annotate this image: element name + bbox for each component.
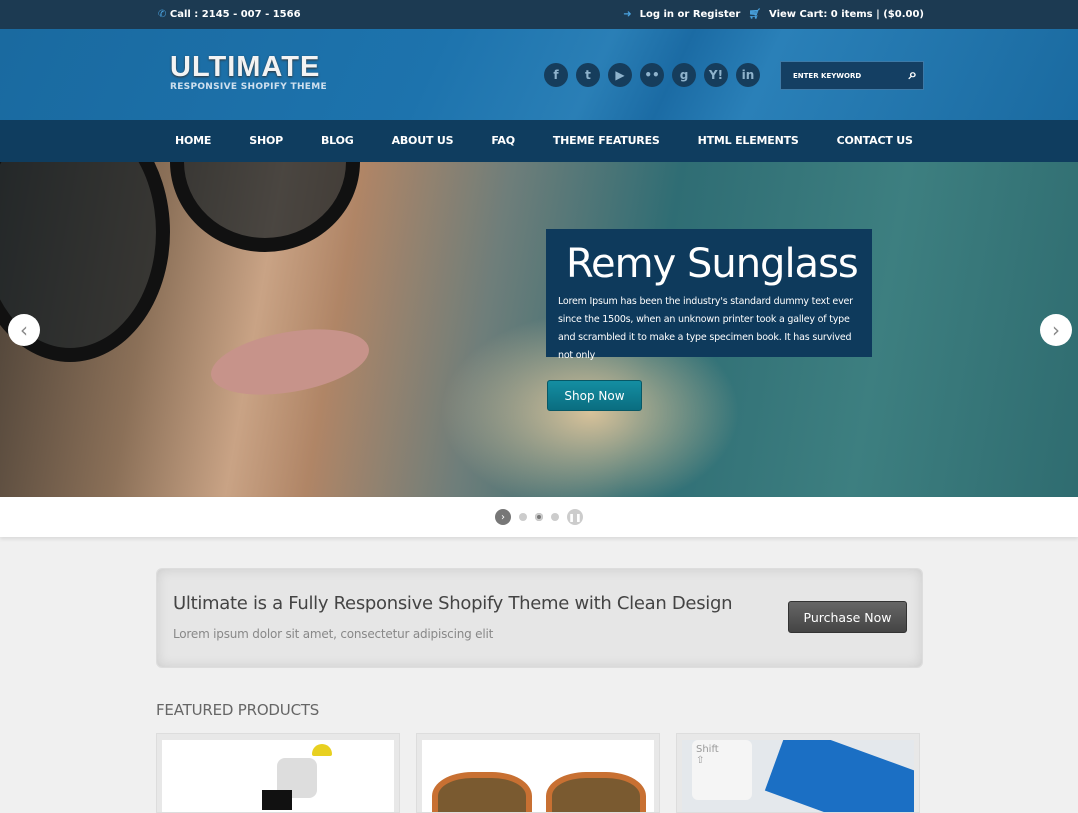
cart-icon: 🛒︎ [748, 9, 762, 20]
hero-slider: Remy Sunglass Lorem Ipsum has been the i… [0, 162, 1078, 497]
featured-products-heading: FEATURED PRODUCTS [156, 701, 320, 719]
flickr-icon[interactable]: •• [640, 63, 664, 87]
search-icon[interactable]: ⌕ [909, 65, 917, 83]
purchase-now-button[interactable]: Purchase Now [788, 601, 907, 633]
youtube-icon[interactable]: ▶ [608, 63, 632, 87]
slide-caption: Remy Sunglass Lorem Ipsum has been the i… [546, 229, 872, 361]
login-link[interactable]: Log in [640, 9, 674, 20]
register-link[interactable]: Register [693, 9, 741, 20]
phone-icon: ✆ [158, 9, 167, 20]
linkedin-icon[interactable]: in [736, 63, 760, 87]
nav-blog[interactable]: BLOG [321, 120, 354, 162]
view-cart-link[interactable]: View Cart: 0 items | ($0.00) [769, 9, 924, 20]
nav-shop[interactable]: SHOP [249, 120, 283, 162]
promo-banner: Ultimate is a Fully Responsive Shopify T… [156, 568, 923, 668]
phone-number: Call : 2145 - 007 - 1566 [169, 9, 301, 20]
next-slide-button[interactable]: › [1040, 314, 1072, 346]
product-image-keyboard[interactable]: Shift ⇧ [682, 740, 914, 812]
logo-subtitle: RESPONSIVE SHOPIFY THEME [170, 82, 327, 92]
google-icon[interactable]: g [672, 63, 696, 87]
hero-image-sunglasses-right [170, 162, 360, 252]
slide-title: Remy Sunglass [566, 241, 859, 287]
shop-now-button[interactable]: Shop Now [547, 380, 642, 411]
arrow-circle-icon: ➜ [623, 9, 632, 20]
slide-text: Lorem Ipsum has been the industry's stan… [558, 296, 853, 361]
slide-dot-2[interactable] [535, 513, 543, 521]
product-image-sunglasses[interactable] [422, 740, 654, 812]
product-card[interactable]: Shift ⇧ [676, 733, 920, 813]
nav-home[interactable]: HOME [175, 120, 211, 162]
facebook-icon[interactable]: f [544, 63, 568, 87]
nav-faq[interactable]: FAQ [491, 120, 515, 162]
nav-contact-us[interactable]: CONTACT US [837, 120, 913, 162]
product-card[interactable] [156, 733, 400, 813]
or-text: or [677, 9, 690, 20]
promo-title: Ultimate is a Fully Responsive Shopify T… [173, 593, 733, 614]
product-card[interactable] [416, 733, 660, 813]
search-placeholder: ENTER KEYWORD [793, 71, 862, 80]
prev-slide-button[interactable]: ‹ [8, 314, 40, 346]
logo[interactable]: ULTIMATE RESPONSIVE SHOPIFY THEME [170, 51, 327, 92]
hero-image-lips [206, 318, 374, 406]
pause-icon[interactable]: ❚❚ [567, 509, 583, 525]
logo-title: ULTIMATE [170, 51, 321, 83]
play-icon[interactable]: › [495, 509, 511, 525]
nav-html-elements[interactable]: HTML ELEMENTS [698, 120, 799, 162]
slide-dot-3[interactable] [551, 513, 559, 521]
social-links: f t ▶ •• g Y! in [544, 63, 760, 87]
promo-subtitle: Lorem ipsum dolor sit amet, consectetur … [173, 627, 494, 641]
main-nav: HOME SHOP BLOG ABOUT US FAQ THEME FEATUR… [0, 120, 1078, 162]
top-bar: ✆ Call : 2145 - 007 - 1566 ➜ Log in or R… [0, 0, 1078, 29]
product-image-cyclist[interactable] [162, 740, 394, 812]
slider-pager: › ❚❚ [0, 497, 1078, 537]
twitter-icon[interactable]: t [576, 63, 600, 87]
slide-dot-1[interactable] [519, 513, 527, 521]
nav-about-us[interactable]: ABOUT US [392, 120, 454, 162]
nav-theme-features[interactable]: THEME FEATURES [553, 120, 660, 162]
header: ULTIMATE RESPONSIVE SHOPIFY THEME f t ▶ … [0, 29, 1078, 120]
search-input[interactable]: ENTER KEYWORD ⌕ [780, 61, 924, 90]
yahoo-icon[interactable]: Y! [704, 63, 728, 87]
phone-info: ✆ Call : 2145 - 007 - 1566 [158, 9, 301, 20]
